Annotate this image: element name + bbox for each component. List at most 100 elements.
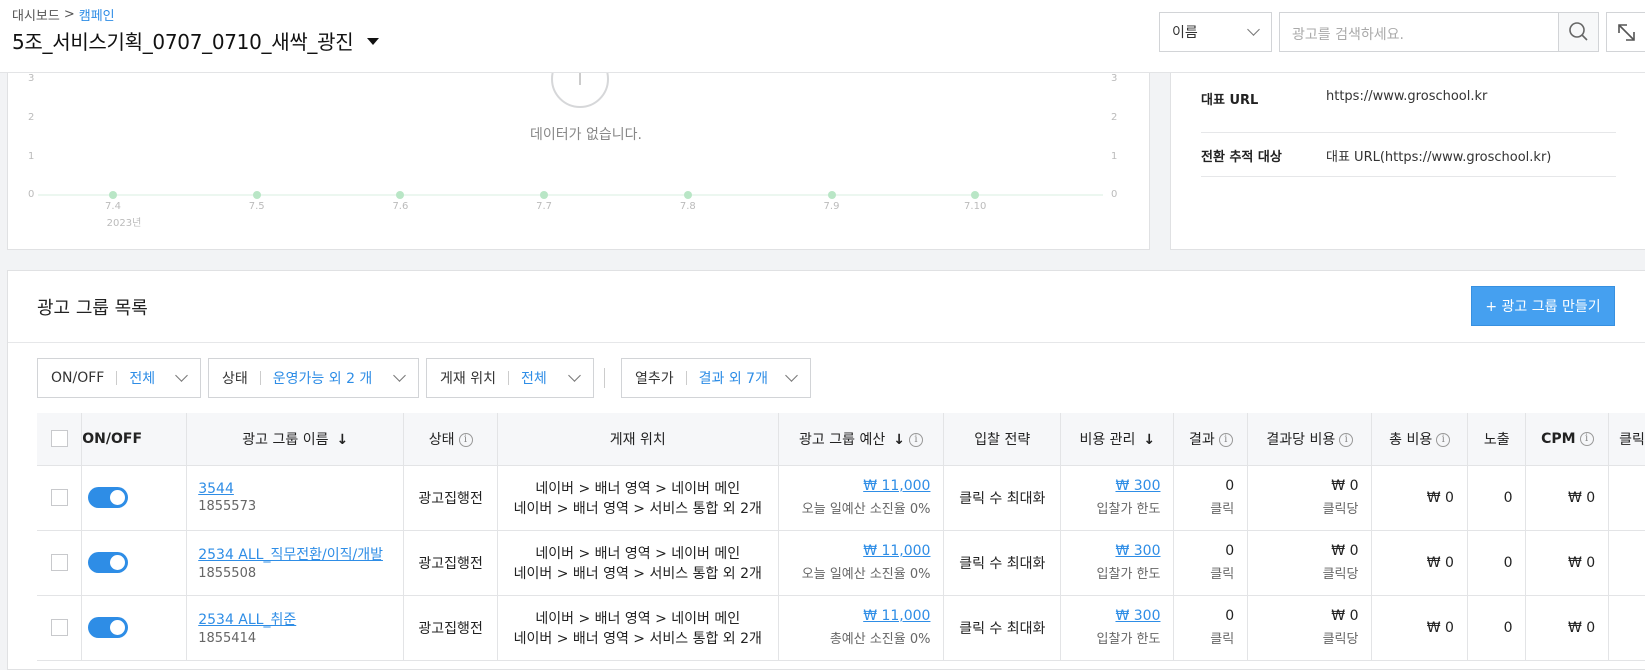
onoff-toggle[interactable]: [88, 487, 129, 508]
info-icon[interactable]: i: [458, 432, 473, 447]
col-budget[interactable]: 광고 그룹 예산 ↓ i: [778, 413, 945, 466]
search-input[interactable]: 광고를 검색하세요.: [1292, 24, 1404, 44]
caret-down-icon: [367, 38, 380, 45]
cost-link[interactable]: ₩ 300: [1061, 478, 1160, 494]
row-placement-cell: 네이버 > 배너 영역 > 네이버 메인 네이버 > 배너 영역 > 서비스 통합…: [497, 530, 779, 596]
chevron-down-icon: [175, 369, 188, 382]
row-cpm: ₩ 0: [1525, 465, 1610, 531]
col-cost-mgmt[interactable]: 비용 관리 ↓: [1060, 413, 1175, 466]
row-checkbox[interactable]: [50, 489, 68, 506]
filter-divider: [604, 368, 605, 388]
x-tick-label: 7.8: [679, 201, 696, 212]
row-budget-cell: ₩ 11,000 오늘 일예산 소진율 0%: [778, 530, 945, 596]
chart-card: 데이터가 없습니다. 3 2 1 0 3 2 1 0 7.4 7.5 7.6 7.7 7…: [7, 50, 1150, 250]
info-icon[interactable]: i: [1339, 432, 1354, 447]
info-icon[interactable]: i: [1579, 431, 1594, 446]
y-tick-left: 3: [28, 73, 35, 84]
row-impr: 0: [1467, 465, 1527, 531]
onoff-toggle[interactable]: [88, 617, 129, 638]
col-cost-label: 비용 관리: [1079, 431, 1136, 448]
cpr-value: ₩ 0: [1331, 543, 1359, 559]
row-cpr-cell: ₩ 0 클릭당: [1247, 595, 1373, 661]
cpr-sub: 클릭당: [1322, 502, 1359, 517]
info-value: 대표 URL(https://www.groschool.kr): [1326, 150, 1552, 165]
y-tick-left: 1: [28, 151, 35, 162]
section-title: 광고 그룹 목록: [37, 298, 148, 319]
select-all-cell: [37, 413, 83, 466]
col-status: 상태 i: [403, 413, 498, 466]
row-placement-cell: 네이버 > 배너 영역 > 네이버 메인 네이버 > 배너 영역 > 서비스 통합…: [497, 595, 779, 661]
search-field-select[interactable]: 이름: [1159, 12, 1272, 52]
row-checkbox[interactable]: [50, 619, 68, 636]
placement-line: 네이버 > 배너 영역 > 네이버 메인: [535, 480, 741, 497]
info-icon[interactable]: i: [1218, 432, 1233, 447]
filter-placement[interactable]: 게재 위치 전체: [426, 358, 594, 398]
breadcrumb-dashboard[interactable]: 대시보드: [12, 5, 60, 24]
col-name[interactable]: 광고 그룹 이름 ↓: [186, 413, 405, 466]
cpr-sub: 클릭당: [1322, 632, 1359, 647]
page-header: 대시보드 > 캠페인 5조_서비스기획_0707_0710_새싹_광진 이름 광…: [0, 0, 1645, 73]
data-point: [109, 191, 117, 199]
filter-label: ON/OFF: [51, 370, 105, 386]
placement-line: 네이버 > 배너 영역 > 서비스 통합 외 2개: [513, 500, 762, 517]
row-name-cell: 3544 1855573: [186, 465, 405, 531]
cpr-value: ₩ 0: [1331, 608, 1359, 624]
create-ad-group-button[interactable]: + 광고 그룹 만들기: [1471, 286, 1615, 326]
cost-link[interactable]: ₩ 300: [1061, 608, 1160, 624]
row-select-cell: [37, 595, 83, 661]
row-bid: 클릭 수 최대화: [943, 465, 1062, 531]
select-all-checkbox[interactable]: [50, 430, 68, 448]
row-checkbox[interactable]: [50, 554, 68, 571]
breadcrumb-campaign[interactable]: 캠페인: [79, 5, 115, 24]
filter-onoff[interactable]: ON/OFF 전체: [37, 358, 201, 398]
filter-label: 게재 위치: [440, 371, 496, 387]
filter-label: 열추가: [635, 371, 674, 387]
budget-link[interactable]: ₩ 11,000: [779, 608, 930, 624]
info-icon[interactable]: i: [1436, 432, 1451, 447]
chart-svg: [38, 51, 1103, 196]
result-value: 0: [1225, 543, 1235, 559]
onoff-toggle[interactable]: [88, 552, 129, 573]
row-status: 광고집행전: [403, 595, 498, 661]
y-tick-right: 1: [1111, 151, 1118, 162]
col-total-label: 총 비용: [1389, 431, 1433, 448]
ad-group-name-link[interactable]: 2534 ALL_직무전환/이직/개발: [198, 544, 403, 564]
cost-sub: 입찰가 한도: [1096, 502, 1161, 517]
info-key: 대표 URL: [1201, 93, 1259, 108]
budget-link[interactable]: ₩ 11,000: [779, 478, 930, 494]
row-click: [1608, 595, 1645, 661]
campaign-selector[interactable]: 5조_서비스기획_0707_0710_새싹_광진: [12, 26, 380, 55]
info-key: 전환 추적 대상: [1201, 150, 1282, 165]
row-result-cell: 0 클릭: [1173, 465, 1249, 531]
filter-status[interactable]: 상태 운영가능 외 2 개: [208, 358, 419, 398]
x-tick-label: 7.10: [964, 201, 987, 212]
ad-group-name-link[interactable]: 2534 ALL_취준: [198, 609, 403, 629]
budget-link[interactable]: ₩ 11,000: [779, 543, 930, 559]
info-icon[interactable]: i: [908, 432, 923, 447]
search-button[interactable]: [1558, 13, 1598, 51]
placement-line: 네이버 > 배너 영역 > 서비스 통합 외 2개: [513, 565, 762, 582]
row-budget-cell: ₩ 11,000 오늘 일예산 소진율 0%: [778, 465, 945, 531]
row-status: 광고집행전: [403, 465, 498, 531]
filter-add-columns[interactable]: 열추가 결과 외 7개: [621, 358, 811, 398]
col-bid: 입찰 전략: [943, 413, 1062, 466]
ad-group-name-link[interactable]: 3544: [198, 481, 403, 497]
row-bid: 클릭 수 최대화: [943, 530, 1062, 596]
row-result-cell: 0 클릭: [1173, 595, 1249, 661]
col-placement: 게재 위치: [497, 413, 779, 466]
col-cpm: CPM i: [1525, 413, 1610, 466]
filter-value: 전체: [520, 371, 547, 387]
result-value: 0: [1225, 608, 1235, 624]
x-year-label: 2023년: [106, 218, 142, 229]
y-tick-right: 2: [1111, 112, 1118, 123]
row-name-cell: 2534 ALL_취준 1855414: [186, 595, 405, 661]
ad-group-id: 1855508: [198, 566, 257, 581]
budget-sub: 오늘 일예산 소진율 0%: [801, 502, 931, 517]
row-name-cell: 2534 ALL_직무전환/이직/개발 1855508: [186, 530, 405, 596]
ad-group-id: 1855414: [198, 631, 257, 646]
data-point: [683, 191, 692, 199]
table-header: ON/OFF 광고 그룹 이름 ↓ 상태 i 게재 위치 광고 그룹 예산 ↓ i 입찰…: [37, 413, 1645, 466]
cost-link[interactable]: ₩ 300: [1061, 543, 1160, 559]
expand-button[interactable]: [1606, 12, 1645, 52]
row-status: 광고집행전: [403, 530, 498, 596]
